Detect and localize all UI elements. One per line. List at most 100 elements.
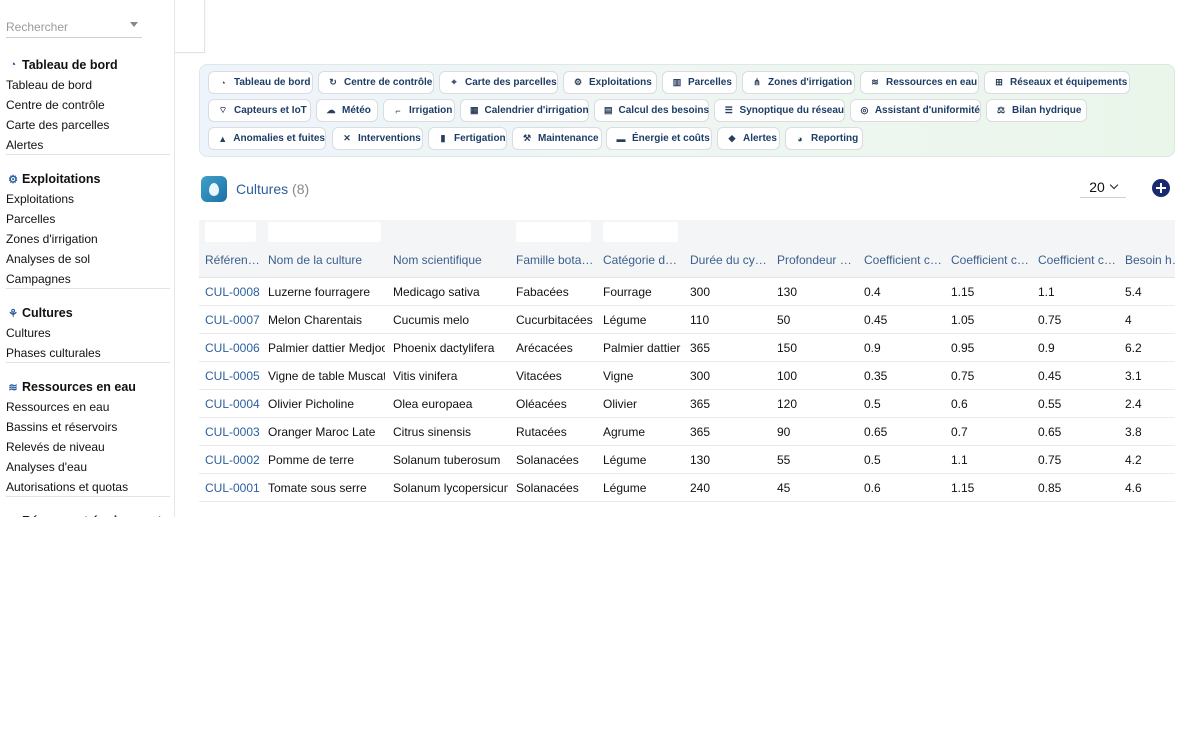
calculator-icon: ▤ <box>604 105 613 115</box>
module-button[interactable]: ◕ Reporting <box>785 127 863 150</box>
table-cell: 1.1 <box>1038 285 1055 299</box>
sidebar-item[interactable]: Alertes <box>0 135 174 155</box>
column-header[interactable]: Coefficient cultural initial <box>864 253 942 267</box>
module-button[interactable]: ◔ Tableau de bord <box>208 71 313 94</box>
column-header[interactable]: Référence <box>205 253 260 267</box>
nav-section-header[interactable]: ◔ Tableau de bord <box>0 56 174 74</box>
column-header[interactable]: Catégorie de culture <box>603 253 681 267</box>
sidebar-item[interactable]: Zones d'irrigation <box>0 229 174 249</box>
sidebar-item[interactable]: Centre de contrôle <box>0 95 174 115</box>
table-row[interactable]: CUL-0004 Olivier Picholine Olea europaea Ol… <box>199 390 1175 418</box>
record-reference-link[interactable]: CUL-0006 <box>205 341 260 355</box>
nav-section-header[interactable]: ≋ Ressources en eau <box>0 378 174 396</box>
column-header[interactable]: Profondeur racinaire <box>777 253 855 267</box>
module-button[interactable]: ▮ Fertigation <box>428 127 507 150</box>
module-button[interactable]: ▦ Calendrier d'irrigation <box>460 99 589 122</box>
sidebar-item[interactable]: Campagnes <box>0 269 174 289</box>
table-cell: 4 <box>1125 313 1132 327</box>
column-header[interactable]: Nom de la culture <box>268 253 385 267</box>
module-button[interactable]: ☁ Météo <box>316 99 378 122</box>
sidebar-item[interactable]: Exploitations <box>0 189 174 209</box>
tractor-icon: ⚙ <box>8 173 18 186</box>
nav-section-header[interactable]: ⚙ Exploitations <box>0 170 174 188</box>
module-button-label: Météo <box>342 105 371 116</box>
column-header[interactable]: Famille botanique <box>516 253 594 267</box>
column-header[interactable]: Coefficient cultural fin <box>1038 253 1116 267</box>
column-header[interactable]: Besoin hydrique <box>1125 253 1175 267</box>
module-button[interactable]: ⚖ Bilan hydrique <box>986 99 1087 122</box>
module-button[interactable]: ⌐ Irrigation <box>383 99 455 122</box>
module-button-label: Calendrier d'irrigation <box>484 105 589 116</box>
module-button[interactable]: ⊞ Réseaux et équipements <box>984 71 1130 94</box>
table-cell: 0.7 <box>951 425 968 439</box>
nav-section-title: Réseaux et équipements <box>22 514 169 517</box>
module-button[interactable]: ⌖ Carte des parcelles <box>439 71 558 94</box>
record-reference-link[interactable]: CUL-0002 <box>205 453 260 467</box>
sidebar-item[interactable]: Tableau de bord <box>0 75 174 95</box>
table-row[interactable]: CUL-0005 Vigne de table Muscat Vitis vinif… <box>199 362 1175 390</box>
module-button-label: Synoptique du réseau <box>739 105 844 116</box>
module-button[interactable]: ⚙ Exploitations <box>563 71 657 94</box>
module-button[interactable]: ⌔ Capteurs et IoT <box>208 99 311 122</box>
record-reference-link[interactable]: CUL-0003 <box>205 425 260 439</box>
sidebar-item[interactable]: Autorisations et quotas <box>0 477 174 497</box>
search-select[interactable]: Rechercher <box>6 18 142 38</box>
module-button[interactable]: ⚒ Maintenance <box>512 127 602 150</box>
column-filter-input[interactable] <box>516 222 591 242</box>
column-header[interactable]: Coefficient cultural mi-saison <box>951 253 1029 267</box>
sidebar-item[interactable]: Parcelles <box>0 209 174 229</box>
record-reference-link[interactable]: CUL-0001 <box>205 481 260 495</box>
table-cell: Cucurbitacées <box>516 313 593 327</box>
sidebar-item[interactable]: Analyses de sol <box>0 249 174 269</box>
record-reference-link[interactable]: CUL-0004 <box>205 397 260 411</box>
sidebar-item[interactable]: Bassins et réservoirs <box>0 417 174 437</box>
column-filter-input[interactable] <box>205 222 256 242</box>
add-record-button[interactable] <box>1152 179 1170 197</box>
network-icon: ⊞ <box>6 515 20 518</box>
sidebar-item[interactable]: Relevés de niveau <box>0 437 174 457</box>
table-row[interactable]: CUL-0001 Tomate sous serre Solanum lycoper… <box>199 474 1175 502</box>
module-button[interactable]: ◎ Assistant d'uniformité <box>850 99 981 122</box>
gauge-icon: ◔ <box>220 77 226 88</box>
nav-section-header[interactable]: ⚘ Cultures <box>0 304 174 322</box>
table-row[interactable]: CUL-0006 Palmier dattier Medjool Phoenix d… <box>199 334 1175 362</box>
module-button[interactable]: ▬ Énergie et coûts <box>606 127 712 150</box>
sidebar-item[interactable]: Ressources en eau <box>0 397 174 417</box>
record-reference-link[interactable]: CUL-0008 <box>205 285 260 299</box>
module-button[interactable]: ▥ Parcelles <box>662 71 737 94</box>
record-reference-link[interactable]: CUL-0005 <box>205 369 260 383</box>
module-button[interactable]: ⋔ Zones d'irrigation <box>742 71 855 94</box>
table-cell: 365 <box>690 397 711 411</box>
column-header[interactable]: Durée du cycle <box>690 253 768 267</box>
table-cell: Solanum tuberosum <box>393 453 501 467</box>
module-button[interactable]: ▤ Calcul des besoins <box>594 99 709 122</box>
table-row[interactable]: CUL-0007 Melon Charentais Cucumis melo Cucu… <box>199 306 1175 334</box>
sidebar-item[interactable]: Carte des parcelles <box>0 115 174 135</box>
topbar-toggle[interactable] <box>175 0 205 53</box>
column-filter-input[interactable] <box>603 222 678 242</box>
module-button[interactable]: ✕ Interventions <box>332 127 423 150</box>
module-button-label: Énergie et coûts <box>632 133 710 144</box>
water-icon: ≋ <box>8 381 18 394</box>
nav-section-header[interactable]: ⊞Réseaux et équipements <box>0 512 174 518</box>
nav-section-title: Exploitations <box>22 172 101 186</box>
module-button[interactable]: ◆ Alertes <box>717 127 780 150</box>
column-filter-input[interactable] <box>268 222 381 242</box>
module-button[interactable]: ≋ Ressources en eau <box>860 71 979 94</box>
sidebar-item[interactable]: Analyses d'eau <box>0 457 174 477</box>
module-button-label: Maintenance <box>538 133 599 144</box>
module-button[interactable]: ▲ Anomalies et fuites <box>208 127 326 150</box>
table-row[interactable]: CUL-0002 Pomme de terre Solanum tuberosum S… <box>199 446 1175 474</box>
record-reference-link[interactable]: CUL-0007 <box>205 313 260 327</box>
module-button[interactable]: ☰ Synoptique du réseau <box>714 99 845 122</box>
page-size-select[interactable]: 20 <box>1080 176 1126 198</box>
sidebar-item[interactable]: Cultures <box>0 323 174 343</box>
table-row[interactable]: CUL-0003 Oranger Maroc Late Citrus sinensi… <box>199 418 1175 446</box>
table-cell: 0.5 <box>864 397 881 411</box>
table-cell: 1.05 <box>951 313 975 327</box>
sidebar-item[interactable]: Phases culturales <box>0 343 174 363</box>
column-header[interactable]: Nom scientifique <box>393 253 508 267</box>
table-row[interactable]: CUL-0008 Luzerne fourragere Medicago sativ… <box>199 278 1175 306</box>
module-button[interactable]: ↻ Centre de contrôle <box>318 71 434 94</box>
caret-down-icon[interactable] <box>130 22 138 27</box>
